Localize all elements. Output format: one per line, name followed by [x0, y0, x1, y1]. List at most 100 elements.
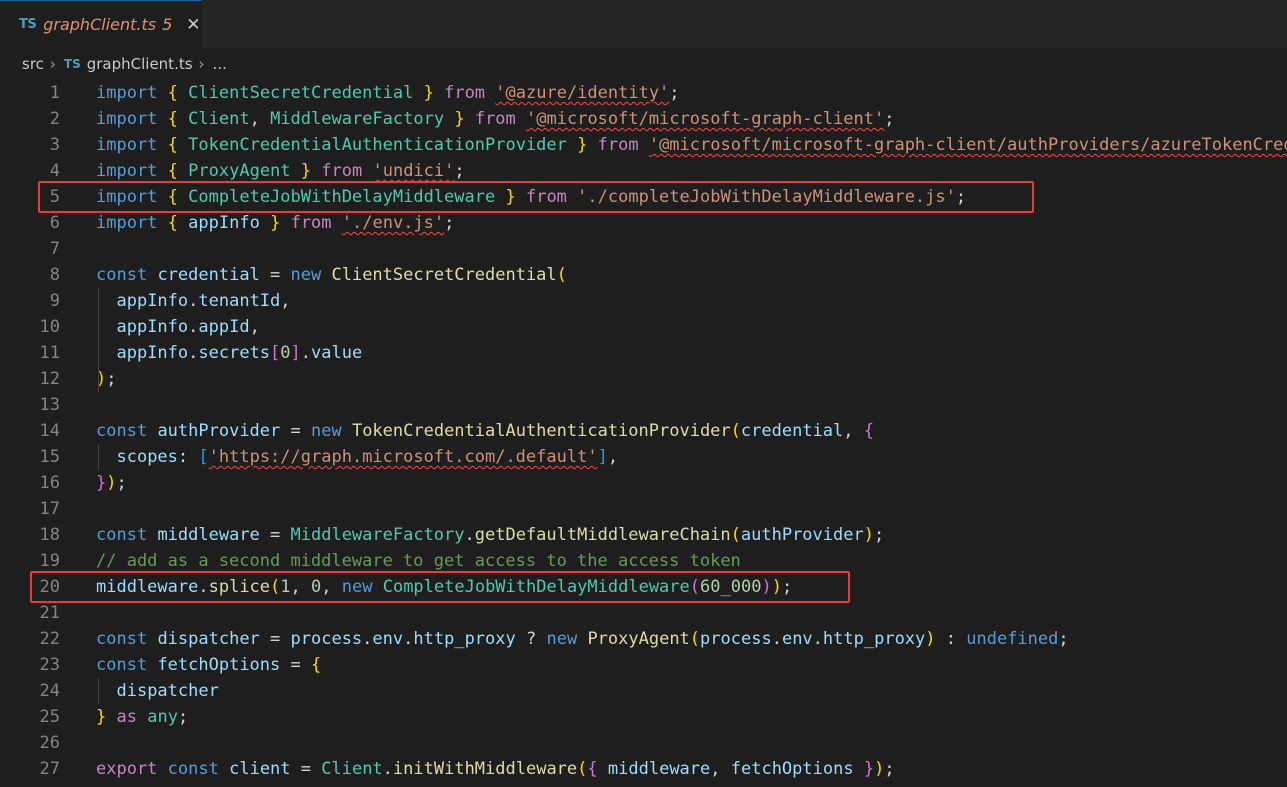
- code-line[interactable]: 1 import { ClientSecretCredential } from …: [0, 80, 1287, 106]
- code-token: Client: [188, 109, 250, 129]
- code-token: [: [198, 447, 209, 467]
- code-line[interactable]: 11 appInfo.secrets[0].value: [0, 340, 1287, 366]
- code-token: from: [597, 135, 639, 155]
- line-number: 10: [39, 317, 60, 337]
- code-token: ClientSecretCredential: [331, 265, 557, 285]
- code-text: const dispatcher = process.env.http_prox…: [96, 626, 1069, 652]
- code-token: }: [300, 161, 312, 181]
- line-number: 24: [39, 681, 60, 701]
- code-token: from: [290, 213, 332, 233]
- code-line[interactable]: 12);: [0, 366, 1287, 392]
- code-token: (: [730, 525, 741, 545]
- code-text: appInfo.appId,: [96, 314, 259, 340]
- code-text: });: [96, 470, 127, 496]
- code-token: {: [167, 135, 178, 155]
- code-token: =: [259, 525, 291, 545]
- code-token: import: [96, 135, 158, 155]
- code-token: MiddlewareFactory: [290, 525, 465, 545]
- code-token: {: [863, 421, 874, 441]
- code-text: dispatcher: [96, 678, 218, 704]
- code-line[interactable]: 3 import { TokenCredentialAuthenticationP…: [0, 132, 1287, 158]
- code-token: }: [454, 109, 465, 129]
- code-line[interactable]: 15 scopes: ['https://graph.microsoft.com…: [0, 444, 1287, 470]
- code-line[interactable]: 26: [0, 730, 1287, 756]
- line-number: 16: [39, 473, 60, 493]
- code-line[interactable]: 27 export const client = Client.initWithM…: [0, 756, 1287, 782]
- code-token: fetchOptions: [730, 759, 854, 779]
- code-token: ;: [106, 369, 117, 389]
- code-token: env: [372, 629, 404, 649]
- code-token: ;: [884, 759, 895, 779]
- code-token: {: [167, 161, 178, 181]
- code-line[interactable]: 10 appInfo.appId,: [0, 314, 1287, 340]
- code-line[interactable]: 22 const dispatcher = process.env.http_pr…: [0, 626, 1287, 652]
- code-token: ;: [116, 473, 127, 493]
- code-token: (: [730, 421, 741, 441]
- code-editor[interactable]: 1 import { ClientSecretCredential } from …: [0, 80, 1287, 787]
- code-line[interactable]: 8 const credential = new ClientSecretCred…: [0, 262, 1287, 288]
- code-text: import { Client, MiddlewareFactory } fro…: [96, 106, 895, 132]
- code-line[interactable]: 23 const fetchOptions = {: [0, 652, 1287, 678]
- code-token: ]: [597, 447, 608, 467]
- code-line[interactable]: 6 import { appInfo } from './env.js';: [0, 210, 1287, 236]
- tab-graphclient[interactable]: TS graphClient.ts 5 ✕: [0, 0, 202, 48]
- code-token: =: [280, 655, 311, 675]
- code-token: ProxyAgent: [587, 629, 690, 649]
- code-token: value: [311, 343, 363, 363]
- code-line[interactable]: 13: [0, 392, 1287, 418]
- code-token: './env.js': [341, 213, 445, 233]
- line-number: 8: [49, 265, 60, 285]
- code-line[interactable]: 2 import { Client, MiddlewareFactory } fr…: [0, 106, 1287, 132]
- code-token: import: [96, 83, 158, 103]
- code-token: const: [167, 759, 219, 779]
- code-line[interactable]: 14 const authProvider = new TokenCredenti…: [0, 418, 1287, 444]
- code-line[interactable]: 9 appInfo.tenantId,: [0, 288, 1287, 314]
- code-token: .: [771, 629, 782, 649]
- code-token: ): [874, 759, 885, 779]
- breadcrumb-ellipsis[interactable]: ...: [213, 55, 227, 73]
- code-line[interactable]: 21: [0, 600, 1287, 626]
- code-token: }: [270, 213, 281, 233]
- line-number: 12: [39, 369, 60, 389]
- breadcrumb-folder[interactable]: src: [22, 55, 44, 73]
- code-line[interactable]: 7: [0, 236, 1287, 262]
- code-token: ,: [607, 447, 619, 467]
- code-token: ;: [873, 525, 885, 545]
- code-line[interactable]: 18 const middleware = MiddlewareFactory.g…: [0, 522, 1287, 548]
- line-number: 11: [39, 343, 60, 363]
- code-token: authProvider: [740, 525, 864, 545]
- code-token: process: [290, 629, 363, 649]
- breadcrumb-file[interactable]: graphClient.ts: [87, 55, 193, 73]
- code-line[interactable]: 24 dispatcher: [0, 678, 1287, 704]
- code-token: client: [229, 759, 291, 779]
- code-token: .: [362, 629, 373, 649]
- code-token: as: [116, 707, 137, 727]
- code-token: ): [863, 525, 874, 545]
- code-token: // add as a second middleware to get acc…: [96, 551, 741, 571]
- code-token: middleware: [157, 525, 260, 545]
- code-token: }: [423, 83, 434, 103]
- code-line[interactable]: 17: [0, 496, 1287, 522]
- code-line[interactable]: 25} as any;: [0, 704, 1287, 730]
- close-icon[interactable]: ✕: [186, 15, 200, 35]
- code-line[interactable]: 16});: [0, 470, 1287, 496]
- code-text: import { ClientSecretCredential } from '…: [96, 80, 680, 106]
- code-token: ]: [290, 343, 301, 363]
- chevron-right-icon: ›: [49, 55, 56, 73]
- code-token: }: [96, 473, 107, 493]
- code-token: ;: [444, 213, 455, 233]
- tab-bar: TS graphClient.ts 5 ✕: [0, 0, 1287, 48]
